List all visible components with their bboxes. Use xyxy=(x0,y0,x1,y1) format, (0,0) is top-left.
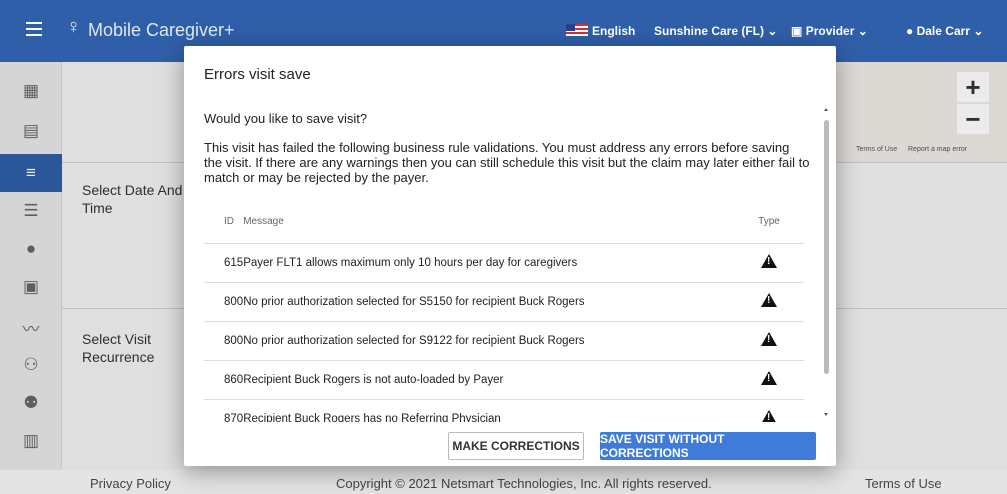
row-id: 615 xyxy=(204,243,244,283)
dialog-title: Errors visit save xyxy=(204,66,311,83)
warning-icon xyxy=(761,293,777,307)
warning-icon xyxy=(761,254,777,268)
errors-dialog: Errors visit save Would you like to save… xyxy=(184,46,836,466)
terms-link[interactable]: Terms of Use xyxy=(865,476,942,491)
dialog-description: This visit has failed the following busi… xyxy=(204,140,810,185)
warning-icon xyxy=(761,332,777,346)
copyright-text: Copyright © 2021 Netsmart Technologies, … xyxy=(336,476,712,491)
row-id: 870 xyxy=(204,399,244,422)
agency-label: Sunshine Care (FL) xyxy=(654,24,765,38)
user-menu[interactable]: ● Dale Carr ⌄ xyxy=(906,24,983,38)
column-id: ID xyxy=(204,201,244,244)
account-icon: ● xyxy=(906,24,914,38)
role-selector[interactable]: ▣ Provider ⌄ xyxy=(791,24,868,38)
row-message: Payer FLT1 allows maximum only 10 hours … xyxy=(243,243,734,283)
table-row: 860 Recipient Buck Rogers is not auto-lo… xyxy=(204,360,804,400)
agency-selector[interactable]: Sunshine Care (FL) ⌄ xyxy=(654,24,777,38)
privacy-policy-link[interactable]: Privacy Policy xyxy=(90,476,171,491)
chevron-down-icon: ⌄ xyxy=(973,24,984,38)
row-message: Recipient Buck Rogers is not auto-loaded… xyxy=(243,360,734,400)
role-label: Provider xyxy=(805,24,855,38)
table-row: 870 Recipient Buck Rogers has no Referri… xyxy=(204,399,804,422)
chevron-down-icon: ⌄ xyxy=(767,24,778,38)
us-flag-icon xyxy=(566,24,588,36)
row-message: No prior authorization selected for S515… xyxy=(243,282,734,322)
dialog-scrollbar[interactable] xyxy=(822,104,830,420)
language-selector[interactable]: English xyxy=(566,24,635,38)
language-label: English xyxy=(592,24,636,38)
save-without-corrections-button[interactable]: SAVE VISIT WITHOUT CORRECTIONS xyxy=(600,432,816,460)
row-message: No prior authorization selected for S912… xyxy=(243,321,734,361)
warning-icon xyxy=(761,371,777,385)
menu-icon[interactable] xyxy=(26,22,42,36)
footer: Privacy Policy Copyright © 2021 Netsmart… xyxy=(0,470,1007,494)
errors-table: ID Message Type 615 Payer FLT1 allows ma… xyxy=(204,201,804,422)
table-row: 800 No prior authorization selected for … xyxy=(204,282,804,322)
chevron-down-icon: ⌄ xyxy=(857,24,868,38)
table-row: 800 No prior authorization selected for … xyxy=(204,321,804,361)
dialog-question: Would you like to save visit? xyxy=(204,111,368,126)
id-card-icon: ▣ xyxy=(791,24,803,38)
row-id: 800 xyxy=(204,282,244,322)
app-logo-icon: ♀ xyxy=(66,16,81,38)
make-corrections-button[interactable]: MAKE CORRECTIONS xyxy=(448,432,584,460)
row-message: Recipient Buck Rogers has no Referring P… xyxy=(243,399,734,422)
table-row: 615 Payer FLT1 allows maximum only 10 ho… xyxy=(204,243,804,283)
scroll-up-icon[interactable] xyxy=(824,108,828,111)
dialog-body: Would you like to save visit? This visit… xyxy=(204,104,810,422)
column-message: Message xyxy=(243,201,734,244)
scroll-thumb[interactable] xyxy=(824,120,829,374)
row-id: 800 xyxy=(204,321,244,361)
warning-icon xyxy=(761,410,777,422)
column-type: Type xyxy=(734,201,804,244)
user-name: Dale Carr xyxy=(916,24,970,38)
table-header: ID Message Type xyxy=(204,201,804,244)
row-id: 860 xyxy=(204,360,244,400)
scroll-down-icon[interactable] xyxy=(824,413,828,416)
app-title: Mobile Caregiver+ xyxy=(88,20,235,40)
